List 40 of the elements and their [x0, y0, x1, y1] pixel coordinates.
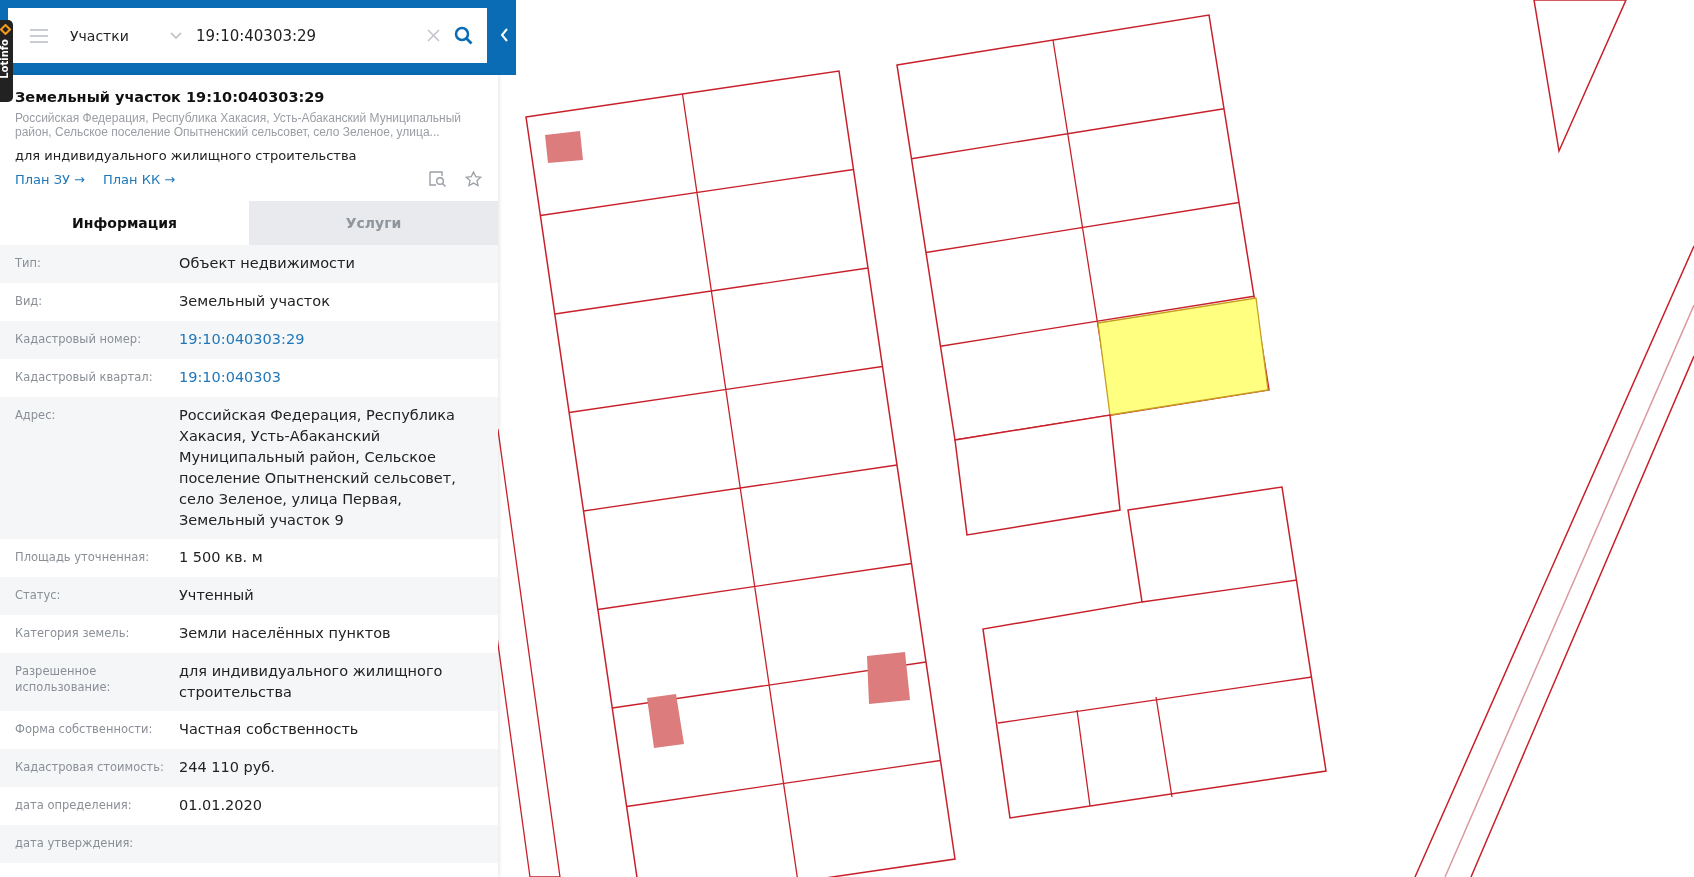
field-label: Статус: [15, 587, 62, 604]
field-value: Земли населённых пунктов [179, 624, 392, 643]
field-value: 01.01.2020 [179, 796, 264, 815]
field-label: дата утверждения: [15, 835, 135, 852]
field-label: дата определения: [15, 797, 133, 814]
field-label: Кадастровый квартал: [15, 369, 154, 386]
field-value: Учтенный [179, 586, 255, 605]
field-value: для индивидуального жилищного строительства [179, 662, 444, 702]
field-value: 244 110 руб. [179, 758, 276, 777]
field-value: Объект недвижимости [179, 254, 356, 273]
field-label: Адрес: [15, 407, 57, 424]
document-search-icon[interactable] [429, 171, 447, 187]
object-title: Земельный участок 19:10:040303:29 [15, 89, 326, 105]
field-label: Кадастровая стоимость: [15, 759, 165, 776]
object-address: Российская Федерация, Республика Хакасия, Усть-Абаканский Муниципальный район, Сельское поселение Опытненский сельсовет, село Зеленое, улица... [15, 111, 462, 139]
plan-link[interactable]: План КК → [102, 171, 176, 187]
field-label: Вид: [15, 293, 44, 310]
field-label: Кадастровый номер: [15, 331, 143, 348]
plan-link[interactable]: План ЗУ → [15, 171, 85, 187]
field-label: Форма собственности: [15, 721, 154, 738]
object-purpose: для индивидуального жилищного строительства [15, 148, 358, 163]
chevron-down-icon[interactable] [170, 31, 182, 40]
field-value: Российская Федерация, Республика Хакасия, Усть-Абаканский Муниципальный район, Сельское поселение Опытненский сельсовет, село Зеленое, улица Первая, Земельный участок 9 [179, 406, 457, 530]
chevron-left-icon[interactable] [500, 28, 509, 42]
field-link[interactable]: 19:10:040303:29 [179, 329, 483, 351]
field-value: 1 500 кв. м [179, 548, 264, 567]
field-label: Категория земель: [15, 625, 131, 642]
field-link[interactable]: 19:10:040303 [179, 367, 483, 389]
search-icon[interactable] [454, 26, 473, 45]
menu-icon[interactable] [30, 28, 48, 43]
clear-icon[interactable] [427, 29, 440, 42]
field-value: Земельный участок [179, 292, 331, 311]
field-value: Частная собственность [179, 720, 360, 739]
search-bar[interactable]: Участки 19:10:40303:29 [8, 8, 487, 63]
diamond-icon [0, 24, 11, 35]
field-label: Разрешенное использование: [15, 663, 112, 696]
layer-dropdown[interactable]: Участки [70, 27, 156, 44]
field-label: Площадь уточненная: [15, 549, 151, 566]
field-label: Тип: [15, 255, 42, 272]
star-icon[interactable] [465, 171, 482, 187]
